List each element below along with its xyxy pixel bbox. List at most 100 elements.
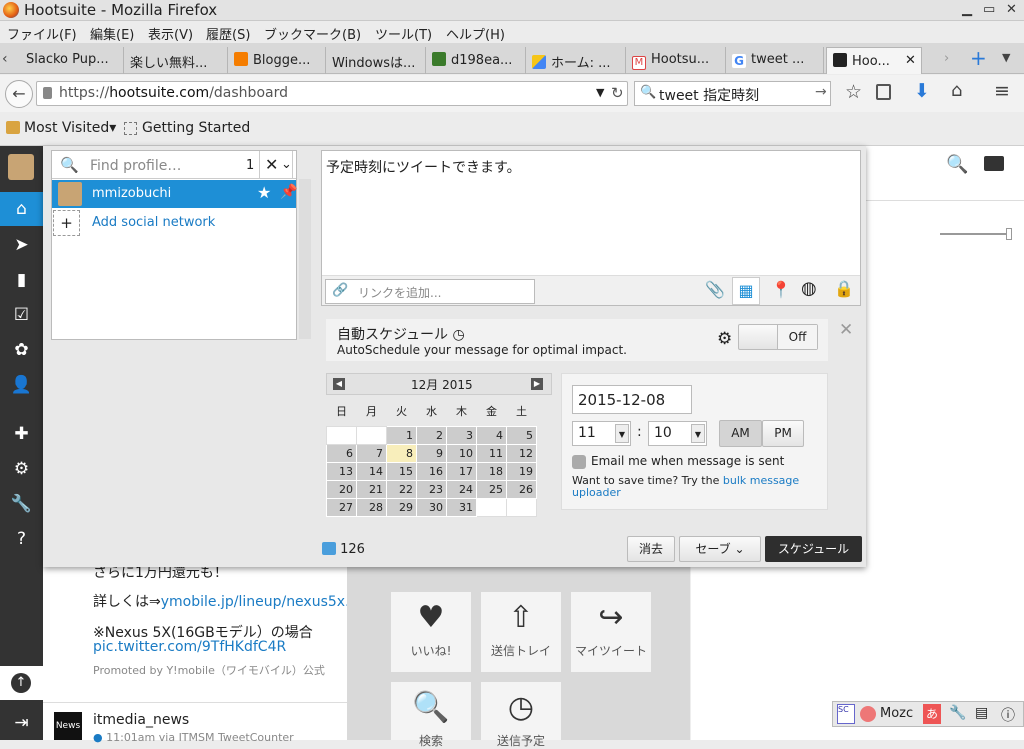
menu-help[interactable]: ヘルプ(H) — [446, 24, 505, 43]
calendar-day[interactable]: 27 — [326, 497, 357, 517]
tweet-link[interactable]: pic.twitter.com/9TfHKdfC4R — [93, 639, 286, 655]
tab-scroll-left-icon[interactable]: ‹ — [2, 51, 8, 67]
tab[interactable]: 楽しい無料... — [124, 47, 228, 74]
minimize-icon[interactable]: ▁ — [962, 2, 972, 17]
link-input[interactable]: 🔗 リンクを追加... — [325, 279, 535, 304]
calendar-day[interactable]: 22 — [386, 479, 417, 499]
getting-started-bookmark[interactable]: Getting Started — [142, 120, 250, 136]
calendar-day[interactable]: 25 — [476, 479, 507, 499]
tab[interactable]: Slacko Pup... — [20, 47, 124, 74]
mytweets-tile[interactable]: ↪ マイツイート — [571, 592, 651, 672]
home-icon[interactable]: ⌂ — [951, 80, 962, 101]
calendar-day[interactable]: 17 — [446, 461, 477, 481]
calendar-day[interactable]: 1 — [386, 425, 417, 445]
settings-nav-icon[interactable]: ⚙ — [0, 452, 43, 486]
tab-list-icon[interactable]: ▼ — [1002, 51, 1010, 64]
email-checkbox[interactable] — [572, 455, 586, 469]
menu-edit[interactable]: 編集(E) — [90, 24, 134, 43]
tab[interactable]: Blogge... — [228, 47, 326, 74]
hour-select[interactable]: 11 ▼ — [572, 421, 631, 446]
calendar-day[interactable]: 11 — [476, 443, 507, 463]
calendar-icon[interactable]: ▦ — [732, 277, 760, 305]
tab[interactable]: Gtweet ... — [726, 47, 824, 74]
calendar-day[interactable]: 18 — [476, 461, 507, 481]
itmedia-avatar[interactable]: News — [54, 712, 82, 740]
clear-selection-icon[interactable]: ✕ — [265, 155, 278, 174]
tweet-link[interactable]: ymobile.jp/lineup/nexus5x... — [161, 594, 359, 610]
tools-nav-icon[interactable]: 🔧 — [0, 487, 43, 521]
search-input[interactable]: tweet 指定時刻 — [659, 85, 759, 105]
back-button[interactable]: ← — [5, 80, 33, 108]
zoom-slider[interactable] — [940, 233, 1010, 235]
calendar-day[interactable]: 29 — [386, 497, 417, 517]
calendar-day[interactable]: 28 — [356, 497, 387, 517]
analytics-nav-icon[interactable]: ▮ — [0, 263, 43, 297]
reading-list-icon[interactable] — [876, 84, 891, 100]
calendar-day[interactable]: 5 — [506, 425, 537, 445]
calendar-day[interactable]: 2 — [416, 425, 447, 445]
menu-file[interactable]: ファイル(F) — [7, 24, 77, 43]
apps-nav-icon[interactable]: ✚ — [0, 417, 43, 451]
menu-history[interactable]: 履歴(S) — [206, 24, 250, 43]
am-button[interactable]: AM — [719, 420, 762, 447]
ime-name[interactable]: Mozc — [880, 706, 913, 721]
calendar-day[interactable]: 15 — [386, 461, 417, 481]
tool-icon[interactable]: 🔧 — [949, 705, 966, 721]
chat-icon[interactable] — [984, 156, 1004, 171]
tab[interactable]: Windowsは... — [326, 47, 426, 74]
reload-icon[interactable]: ↻ — [611, 84, 624, 102]
calendar-day[interactable]: 19 — [506, 461, 537, 481]
attach-icon[interactable]: 📎 — [705, 280, 725, 299]
bookmark-star-icon[interactable]: ☆ — [845, 81, 862, 103]
location-icon[interactable]: 📍 — [771, 280, 791, 299]
calendar-day[interactable]: 13 — [326, 461, 357, 481]
calendar-day[interactable]: 26 — [506, 479, 537, 499]
pin-icon[interactable]: 📌 — [280, 184, 297, 200]
calendar-day[interactable]: 31 — [446, 497, 477, 517]
hiragana-mode-icon[interactable]: あ — [923, 704, 941, 724]
calendar-day[interactable]: 6 — [326, 443, 357, 463]
upgrade-icon[interactable]: ↑ — [11, 673, 31, 693]
maximize-icon[interactable]: ▭ — [983, 2, 995, 17]
tab-active[interactable]: Hoo... ✕ — [826, 47, 922, 74]
awards-nav-icon[interactable]: ✿ — [0, 333, 43, 367]
next-month-icon[interactable]: ▶ — [531, 378, 543, 390]
calendar-day[interactable]: 10 — [446, 443, 477, 463]
calendar-day[interactable]: 8 — [386, 443, 417, 463]
calendar-day[interactable]: 21 — [356, 479, 387, 499]
globe-icon[interactable]: ◍ — [801, 278, 817, 299]
pm-button[interactable]: PM — [762, 420, 804, 447]
message-text[interactable]: 予定時刻にツイートできます。 — [326, 157, 521, 177]
gear-icon[interactable]: ⚙ — [717, 329, 732, 349]
likes-tile[interactable]: ♥ いいね! — [391, 592, 471, 672]
chevron-down-icon[interactable]: ⌄ — [281, 157, 292, 172]
close-tab-icon[interactable]: ✕ — [905, 53, 916, 68]
menu-view[interactable]: 表示(V) — [148, 24, 193, 43]
clear-button[interactable]: 消去 — [627, 536, 675, 562]
message-editor[interactable]: 予定時刻にツイートできます。 🔗 リンクを追加... 📎 ▦ 📍 ◍ 🔒 — [321, 150, 861, 306]
calendar-day[interactable]: 3 — [446, 425, 477, 445]
contacts-nav-icon[interactable]: 👤 — [0, 368, 43, 402]
tab[interactable]: d198ea... — [426, 47, 526, 74]
tab-scroll-right-icon[interactable]: › — [944, 51, 949, 66]
close-scheduler-icon[interactable]: ✕ — [839, 320, 853, 340]
download-icon[interactable]: ⬇ — [914, 80, 930, 102]
calendar-day[interactable]: 20 — [326, 479, 357, 499]
privacy-lock-icon[interactable]: 🔒 — [834, 279, 854, 298]
calendar-day[interactable]: 23 — [416, 479, 447, 499]
schedule-button[interactable]: スケジュール — [765, 536, 862, 562]
calendar-day[interactable]: 30 — [416, 497, 447, 517]
url-dropdown-icon[interactable]: ▼ — [596, 86, 604, 99]
dictionary-icon[interactable]: ▤ — [975, 705, 988, 721]
close-window-icon[interactable]: ✕ — [1006, 2, 1017, 17]
new-tab-icon[interactable]: + — [970, 46, 987, 70]
profile-row-selected[interactable]: mmizobuchi ★ 📌 — [52, 180, 297, 208]
assignments-nav-icon[interactable]: ☑ — [0, 298, 43, 332]
info-icon[interactable]: ⓘ — [1001, 705, 1015, 725]
url-bar[interactable]: https://hootsuite.com/dashboard ▼ ↻ — [36, 81, 628, 106]
calendar-day[interactable]: 7 — [356, 443, 387, 463]
menu-bookmarks[interactable]: ブックマーク(B) — [264, 24, 361, 43]
save-dropdown-button[interactable]: セーブ ⌄ — [679, 536, 761, 562]
tab[interactable]: ホーム: ... — [526, 47, 626, 74]
favorite-star-icon[interactable]: ★ — [257, 183, 271, 202]
